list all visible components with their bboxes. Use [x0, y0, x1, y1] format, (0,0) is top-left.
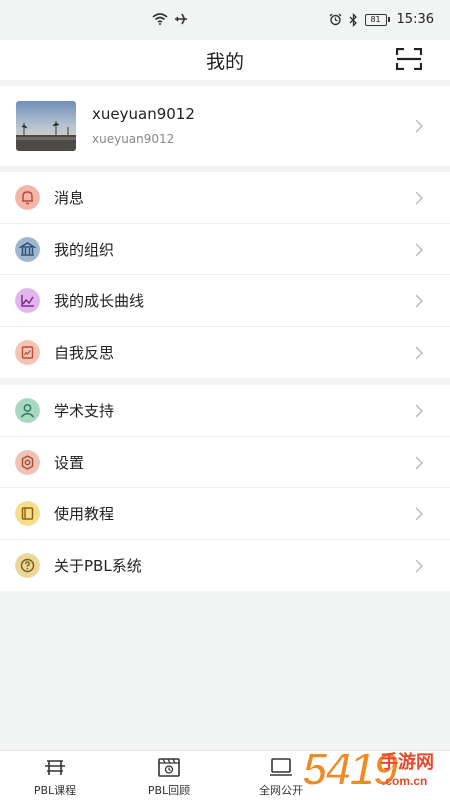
airplane-icon [175, 13, 187, 25]
note-icon [15, 339, 40, 365]
tab-pbl-course[interactable]: PBL课程 [10, 755, 100, 798]
profile-card[interactable]: xueyuan9012 xueyuan9012 [0, 86, 450, 166]
menu-group-2: 学术支持 设置 使用教程 关于PBL系统 [0, 385, 450, 591]
chevron-right-icon [415, 242, 424, 257]
chevron-right-icon [415, 119, 424, 133]
menu-item-academic-support[interactable]: 学术支持 [0, 385, 450, 437]
tab-label: PBL课程 [33, 784, 77, 797]
gear-icon [15, 449, 40, 475]
menu-item-label: 学术支持 [54, 402, 115, 420]
alarm-icon [329, 13, 342, 26]
menu-group-1: 消息 我的组织 我的成长曲线 自我反思 [0, 172, 450, 378]
menu-item-settings[interactable]: 设置 [0, 437, 450, 488]
book-icon [15, 501, 40, 526]
battery-icon: 81 [364, 13, 390, 26]
profile-name: xueyuan9012 [92, 105, 195, 123]
bluetooth-icon [349, 12, 357, 27]
course-icon [45, 760, 65, 775]
menu-item-label: 关于PBL系统 [54, 556, 142, 575]
menu-item-my-organization[interactable]: 我的组织 [0, 224, 450, 275]
menu-item-about[interactable]: 关于PBL系统 [0, 540, 450, 592]
battery-level: 81 [364, 13, 387, 26]
chevron-right-icon [415, 507, 424, 521]
bank-icon [15, 236, 40, 262]
menu-item-label: 设置 [54, 453, 85, 472]
watermark-domain: .com.cn [382, 774, 428, 788]
chevron-right-icon [415, 294, 424, 308]
chevron-right-icon [415, 558, 424, 573]
page-title: 我的 [205, 51, 244, 73]
review-icon [158, 758, 180, 777]
profile-account: xueyuan9012 [92, 132, 175, 146]
menu-item-messages[interactable]: 消息 [0, 172, 450, 224]
avatar [16, 101, 76, 151]
tab-label: PBL回顾 [147, 784, 191, 797]
menu-item-label: 我的组织 [54, 240, 115, 259]
scan-icon[interactable] [396, 48, 422, 70]
menu-item-self-reflection[interactable]: 自我反思 [0, 327, 450, 379]
public-icon [270, 758, 292, 776]
tab-pbl-review[interactable]: PBL回顾 [124, 755, 214, 798]
watermark-text: 手游网 [380, 752, 434, 773]
status-bar: 81 15:36 [0, 0, 450, 40]
menu-item-label: 使用教程 [54, 505, 115, 523]
chevron-right-icon [415, 345, 424, 360]
question-icon [15, 552, 40, 578]
page-header: 我的 [0, 40, 450, 80]
menu-item-growth-curve[interactable]: 我的成长曲线 [0, 275, 450, 327]
chart-icon [15, 288, 40, 313]
chevron-right-icon [415, 191, 424, 205]
menu-item-label: 消息 [54, 189, 85, 207]
chevron-right-icon [415, 404, 424, 418]
menu-item-label: 我的成长曲线 [54, 292, 145, 310]
status-time: 15:36 [396, 12, 434, 27]
watermark-logo: 5419 手游网 .com.cn [300, 742, 450, 800]
chevron-right-icon [415, 455, 424, 470]
menu-item-label: 自我反思 [54, 343, 115, 362]
wifi-icon [152, 13, 168, 25]
bell-icon [15, 185, 40, 210]
user-icon [15, 398, 40, 423]
menu-item-tutorial[interactable]: 使用教程 [0, 488, 450, 540]
